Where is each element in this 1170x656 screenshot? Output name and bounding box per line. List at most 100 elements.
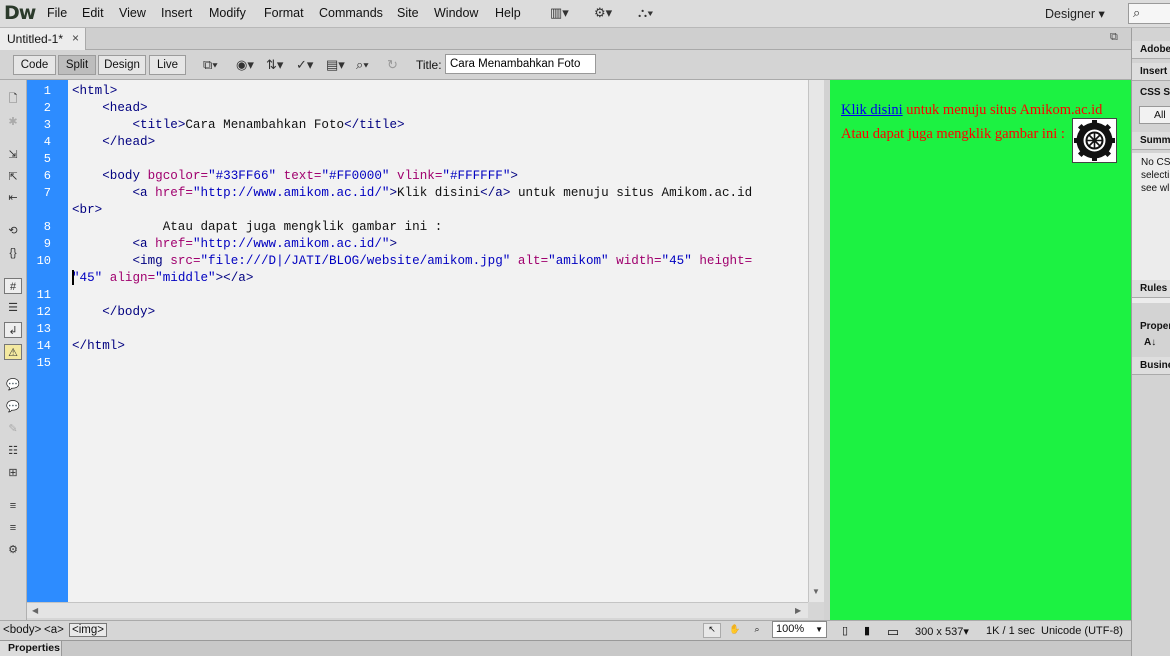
document-tab-bar [0, 28, 1131, 50]
collapse-full-tag-icon[interactable]: ⇲ [4, 147, 22, 163]
refresh-icon[interactable]: ↻ [387, 57, 398, 73]
code-line: </head> [72, 134, 155, 151]
hand-tool-icon[interactable]: ✋ [726, 623, 744, 638]
wrap-tag-icon[interactable]: ✎ [4, 421, 22, 437]
layout-icon[interactable]: ▥▾ [550, 5, 569, 21]
live-view-button[interactable]: Live [149, 55, 186, 75]
all-button[interactable]: All [1139, 106, 1170, 124]
design-view[interactable]: Klik disini untuk menuju situs Amikom.ac… [830, 80, 1131, 620]
title-field[interactable] [445, 54, 596, 74]
business-catalyst-tab[interactable]: Busine [1132, 357, 1170, 375]
coding-toolbar: 🗋 ✱ ⇲ ⇱ ⇤ ⟲ {} # ☰ ↲ ⚠ 💬 💬 ✎ ☷ ⊞ ≡ ≡ ⚙ [0, 80, 27, 620]
line-number: 1 [43, 84, 51, 98]
tag-selector-body[interactable]: <body> [3, 624, 41, 636]
sort-az-icon[interactable]: A↓ [1144, 337, 1170, 348]
code-line: <title>Cara Menambahkan Foto</title> [72, 117, 404, 134]
balance-braces-icon[interactable]: {} [4, 245, 22, 261]
menu-window[interactable]: Window [434, 6, 478, 20]
menu-modify[interactable]: Modify [209, 6, 246, 20]
phone-size-icon[interactable]: ▯ [836, 623, 854, 638]
code-token: Atau dapat juga mengklik gambar ini : [72, 220, 443, 234]
close-icon[interactable]: × [72, 31, 79, 45]
show-code-navigator-icon[interactable]: ✱ [4, 114, 22, 130]
apply-comment-icon[interactable]: 💬 [4, 377, 22, 393]
select-tool-icon[interactable]: ↖ [703, 623, 721, 638]
properties-bar [0, 640, 1131, 656]
move-css-icon[interactable]: ⊞ [4, 465, 22, 481]
menu-help[interactable]: Help [495, 6, 521, 20]
code-vertical-scrollbar[interactable]: ▼ [808, 80, 824, 602]
open-documents-icon[interactable]: 🗋 [4, 91, 22, 107]
remove-comment-icon[interactable]: 💬 [4, 399, 22, 415]
no-css-text-2: selecti [1141, 170, 1170, 181]
zoom-tool-icon[interactable]: ⌕ [748, 623, 766, 638]
code-line: Atau dapat juga mengklik gambar ini : [72, 219, 443, 236]
restore-icon[interactable]: ⧉ [1110, 31, 1118, 44]
line-numbers-icon[interactable]: # [4, 278, 22, 294]
code-view-button[interactable]: Code [13, 55, 56, 75]
tablet-size-icon[interactable]: ▮ [858, 623, 876, 638]
design-view-button[interactable]: Design [98, 55, 146, 75]
multiscreen-icon[interactable]: ⧉▾ [203, 57, 218, 73]
tag-selector-a[interactable]: <a> [44, 624, 64, 636]
menu-format[interactable]: Format [264, 6, 304, 20]
split-view-button[interactable]: Split [58, 55, 96, 75]
expand-all-icon[interactable]: ⇤ [4, 190, 22, 206]
line-number: 13 [36, 322, 51, 336]
select-parent-tag-icon[interactable]: ⟲ [4, 223, 22, 239]
line-number: 12 [36, 305, 51, 319]
menu-site[interactable]: Site [397, 6, 419, 20]
scroll-left-arrow[interactable]: ◀ [32, 606, 38, 615]
line-number: 2 [43, 101, 51, 115]
code-token: > [389, 237, 398, 251]
collapse-selection-icon[interactable]: ⇱ [4, 169, 22, 185]
tag-selector-img[interactable]: <img> [69, 623, 107, 637]
menu-view[interactable]: View [119, 6, 146, 20]
outdent-icon[interactable]: ≡ [4, 520, 22, 536]
code-editor[interactable]: <html> <head> <title>Cara Menambahkan Fo… [68, 80, 808, 602]
visual-aids-icon[interactable]: ▤▾ [326, 57, 345, 73]
code-token: </head> [102, 135, 156, 149]
code-line: <body bgcolor="#33FF66" text="#FF0000" v… [72, 168, 518, 185]
code-token: text= [276, 169, 322, 183]
amikom-logo-image[interactable] [1072, 118, 1117, 163]
desktop-size-icon[interactable]: ▭ [884, 623, 902, 639]
amikom-link[interactable]: Klik disini [841, 102, 903, 118]
zoom-dropdown[interactable]: 100% ▼ [772, 621, 827, 638]
check-page-icon[interactable]: ⌕▾ [356, 57, 369, 73]
adobe-panel-tab[interactable]: Adobe [1132, 41, 1170, 59]
css-styles-panel-tab[interactable]: CSS St [1132, 84, 1170, 102]
scroll-right-arrow[interactable]: ▶ [795, 606, 801, 615]
code-token: vlink= [389, 169, 443, 183]
menu-commands[interactable]: Commands [319, 6, 383, 20]
workspace-switcher[interactable]: Designer ▾ [1045, 6, 1105, 21]
site-icon[interactable]: ⛬▾ [638, 5, 653, 21]
highlight-invalid-icon[interactable]: ☰ [4, 300, 22, 316]
properties-header: Proper [1132, 318, 1170, 336]
file-management-icon[interactable]: ⇅▾ [266, 57, 283, 73]
search-input[interactable]: ⌕ [1128, 3, 1170, 24]
document-tab[interactable]: Untitled-1* × [0, 28, 86, 50]
code-token: Klik disini [397, 186, 481, 200]
format-source-icon[interactable]: ⚙ [4, 542, 22, 558]
debug-icon[interactable]: ✓▾ [296, 57, 313, 73]
code-line: <html> [72, 83, 117, 100]
amikom-gear-icon [1074, 120, 1115, 161]
menu-edit[interactable]: Edit [82, 6, 104, 20]
indent-icon[interactable]: ≡ [4, 498, 22, 514]
properties-tab[interactable]: Properties [0, 641, 62, 656]
insert-panel-tab[interactable]: Insert [1132, 63, 1170, 81]
code-line: <a href="http://www.amikom.ac.id/"> [72, 236, 397, 253]
word-wrap-icon[interactable]: ↲ [4, 322, 22, 338]
window-size-dropdown[interactable]: 300 x 537▾ [915, 625, 969, 638]
extend-gear-icon[interactable]: ⚙▾ [594, 5, 612, 21]
recent-snippets-icon[interactable]: ☷ [4, 443, 22, 459]
code-horizontal-scrollbar[interactable]: ◀ ▶ [27, 602, 808, 618]
menu-insert[interactable]: Insert [161, 6, 192, 20]
preview-browser-icon[interactable]: ◉▾ [236, 57, 254, 73]
syntax-error-icon[interactable]: ⚠ [4, 344, 22, 360]
line-number: 14 [36, 339, 51, 353]
scroll-down-arrow[interactable]: ▼ [812, 587, 820, 596]
menu-file[interactable]: File [47, 6, 67, 20]
